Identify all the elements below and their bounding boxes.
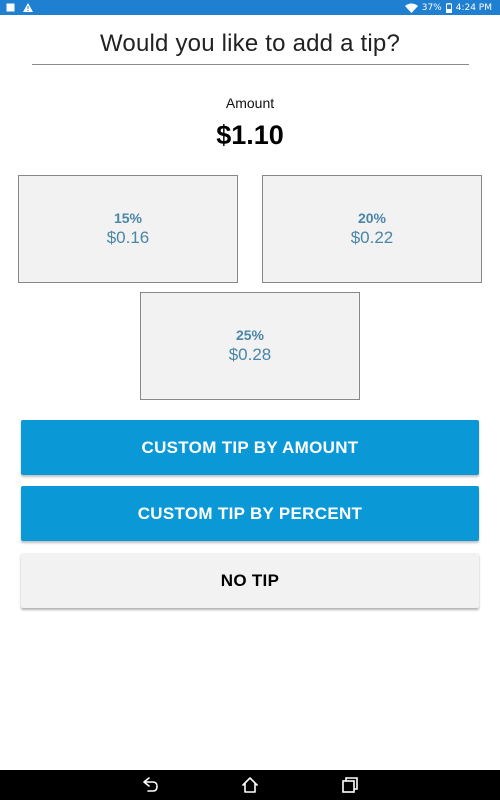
wifi-icon	[404, 3, 418, 13]
tip-amount: $0.28	[228, 344, 272, 364]
navigation-bar	[0, 770, 500, 800]
tip-option-15-percent[interactable]: 15% $0.16	[18, 175, 238, 283]
custom-tip-by-amount-button[interactable]: CUSTOM TIP BY AMOUNT	[21, 420, 479, 475]
custom-tip-by-percent-button[interactable]: CUSTOM TIP BY PERCENT	[21, 486, 479, 541]
amount-value: $1.10	[216, 120, 284, 150]
tip-percent: 20%	[357, 209, 387, 226]
status-left	[6, 1, 33, 14]
status-right: 37% 4:24 PM	[404, 1, 492, 14]
amount-label: Amount	[225, 95, 275, 111]
home-icon[interactable]	[241, 776, 259, 794]
tip-option-25-percent[interactable]: 25% $0.28	[140, 292, 360, 400]
status-bar: 37% 4:24 PM	[0, 0, 500, 15]
tip-percent: 15%	[113, 209, 143, 226]
page-title: Would you like to add a tip?	[99, 30, 400, 57]
notification-square-icon	[6, 3, 15, 12]
tip-option-20-percent[interactable]: 20% $0.22	[262, 175, 482, 283]
battery-percent: 37%	[421, 2, 442, 13]
clock: 4:24 PM	[455, 2, 492, 13]
back-icon[interactable]	[141, 776, 159, 794]
recent-apps-icon[interactable]	[341, 776, 359, 794]
battery-icon	[445, 2, 452, 13]
warning-icon	[23, 3, 33, 12]
title-divider	[32, 64, 469, 65]
tip-amount: $0.16	[106, 227, 150, 247]
tip-percent: 25%	[235, 326, 265, 343]
tip-amount: $0.22	[350, 227, 394, 247]
no-tip-button[interactable]: NO TIP	[21, 553, 479, 608]
